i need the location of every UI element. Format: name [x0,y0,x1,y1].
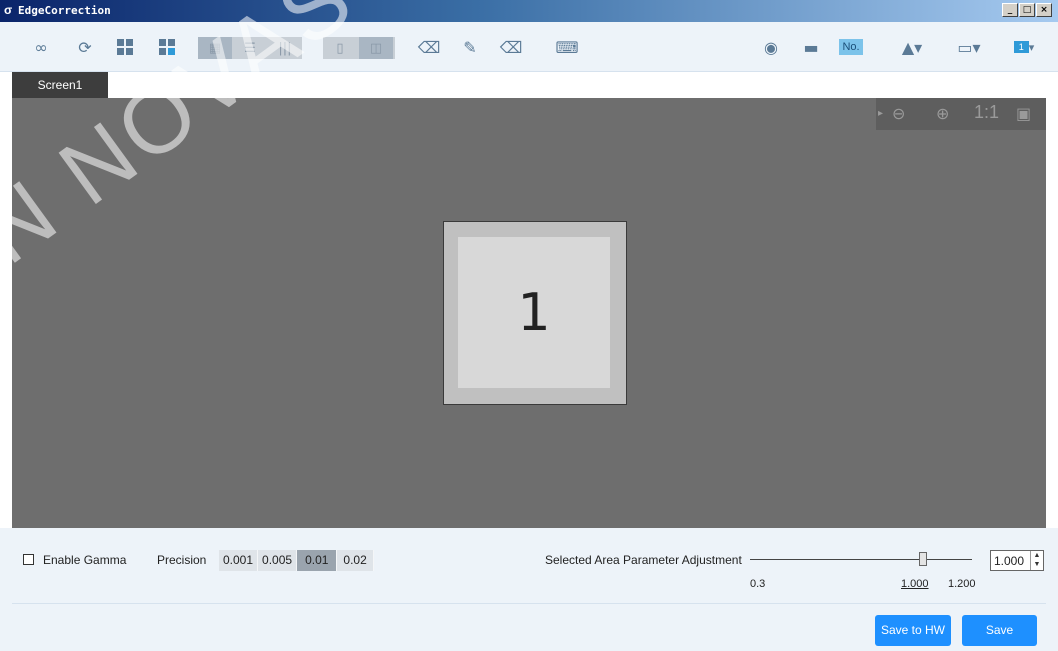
enable-gamma-label: Enable Gamma [43,553,127,567]
number-dropdown-icon[interactable]: 1 ▾ [1006,36,1042,58]
no-toggle-icon[interactable]: No. [838,36,864,58]
param-slider-thumb[interactable] [919,552,927,566]
precision-0005[interactable]: 0.005 [258,550,298,571]
layout-rows-icon[interactable]: ☰ [233,37,267,59]
brush-icon[interactable]: ✎ [459,36,481,58]
refresh-icon[interactable]: ⟳ [74,36,96,58]
precision-0001[interactable]: 0.001 [219,550,259,571]
keyboard-icon[interactable]: ⌨ [555,36,578,58]
minimize-button[interactable]: _ [1002,3,1018,17]
camera-dropdown-icon[interactable]: ▲▾ [894,36,930,58]
eye-icon[interactable]: ◉ [760,36,782,58]
one-to-one-button[interactable]: 1:1 [974,102,999,123]
grid-quarter-icon[interactable] [156,36,178,58]
frame-cols-icon[interactable]: ◫ [359,37,393,59]
title-bar: σ EdgeCorrection _ □ × [0,0,1058,22]
save-to-hw-button[interactable]: Save to HW [875,615,951,646]
tab-row: Screen1 [0,72,1058,98]
tab-screen1[interactable]: Screen1 [12,72,108,98]
param-adjust-label: Selected Area Parameter Adjustment [545,553,742,567]
minus-icon[interactable]: ▬ [800,36,822,58]
precision-label: Precision [157,553,207,567]
grid-full-icon[interactable] [114,36,136,58]
canvas-area[interactable]: ▸ ⊖ ⊕ 1:1 ▣ 1 [12,98,1046,528]
save-button[interactable]: Save [962,615,1037,646]
zoom-bar: ▸ ⊖ ⊕ 1:1 ▣ [876,98,1046,130]
layout-cols-icon[interactable]: ||| [268,37,302,59]
param-spinbox-value: 1.000 [994,554,1025,568]
slider-current-label: 1.000 [901,578,929,590]
screen-block[interactable]: 1 [443,221,627,405]
fit-screen-icon[interactable]: ▣ [1016,104,1031,123]
slider-max-label: 1.200 [948,578,976,590]
screen-number: 1 [458,237,610,388]
eraser-icon[interactable]: ⌫ [418,36,441,58]
enable-gamma-checkbox[interactable] [23,554,34,565]
layout-a-icon[interactable]: ▦ [198,37,232,59]
spin-arrows-icon[interactable]: ▲ ▼ [1030,551,1043,570]
link-icon[interactable]: ∞ [30,36,52,58]
bottom-panel: Enable Gamma Precision 0.001 0.005 0.01 … [0,528,1058,651]
layout-segment: ▦ ☰ ||| [198,37,302,59]
app-icon: σ [4,3,13,17]
zoom-out-icon[interactable]: ⊖ [892,104,905,123]
maximize-button[interactable]: □ [1019,3,1035,17]
precision-002[interactable]: 0.02 [337,550,374,571]
expand-arrow-icon[interactable]: ▸ [878,108,883,119]
close-button[interactable]: × [1036,3,1052,17]
window-title: EdgeCorrection [18,4,111,17]
precision-001[interactable]: 0.01 [297,550,338,571]
frame-outline-icon[interactable]: ▯ [323,37,357,59]
frame-segment: ▯ ◫ [323,37,395,59]
param-spinbox[interactable]: 1.000 ▲ ▼ [990,550,1044,571]
divider [12,603,1046,604]
screen-dropdown-icon[interactable]: ▭▾ [952,36,986,58]
zoom-in-icon[interactable]: ⊕ [936,104,949,123]
slider-min-label: 0.3 [750,578,766,590]
param-slider-track[interactable] [750,559,972,560]
precision-selector: 0.001 0.005 0.01 0.02 [219,550,374,571]
toolbar: ∞ ⟳ ▦ ☰ ||| ▯ ◫ ⌫ ✎ ⌫ ⌨ ◉ ▬ No. ▲▾ ▭▾ 1 ▾ [0,22,1058,72]
eraser-alt-icon[interactable]: ⌫ [500,36,523,58]
